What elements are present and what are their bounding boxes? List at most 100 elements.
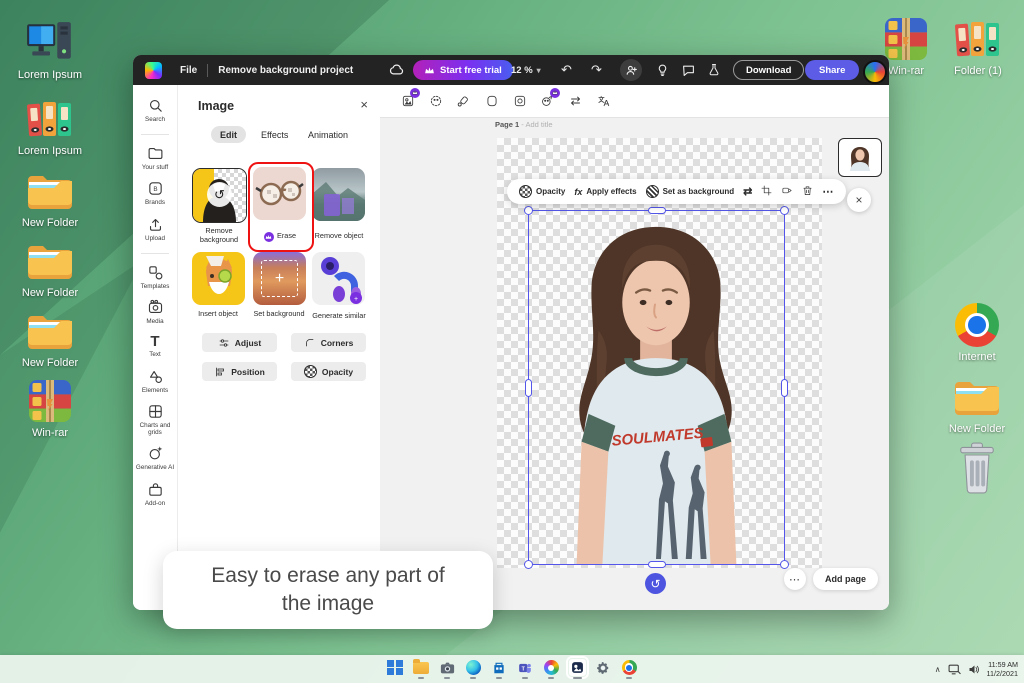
page-thumbnail[interactable] — [838, 138, 882, 177]
sidebar-item-brands[interactable]: B Brands — [133, 180, 177, 206]
tool-insert-object[interactable] — [192, 252, 245, 305]
sidebar-item-add-ons[interactable]: Add-on — [133, 481, 177, 507]
add-people-button[interactable] — [620, 59, 642, 81]
resize-handle-nw[interactable] — [524, 206, 533, 215]
resize-handle-sw[interactable] — [524, 560, 533, 569]
taskbar-camera[interactable] — [438, 659, 456, 679]
animate-premium-icon[interactable] — [540, 87, 560, 109]
taskbar-settings[interactable] — [594, 659, 612, 679]
project-title[interactable]: Remove background project — [218, 65, 353, 76]
tool-set-background[interactable]: + — [253, 252, 306, 305]
desktop-icon-binders[interactable]: Lorem Ipsum — [6, 96, 94, 157]
download-button[interactable]: Download — [733, 60, 805, 80]
user-avatar[interactable] — [863, 60, 887, 84]
desktop-icon-internet[interactable]: Internet — [933, 302, 1021, 363]
redo-button[interactable]: ↷ — [591, 63, 602, 76]
sidebar-item-generative-ai[interactable]: Generative AI — [133, 445, 177, 471]
tool-remove-object[interactable] — [312, 168, 365, 221]
desktop-icon-folder[interactable]: New Folder — [6, 308, 94, 369]
sidebar-item-text[interactable]: T Text — [133, 334, 177, 358]
sidebar-item-media[interactable]: Media — [133, 299, 177, 325]
delete-icon[interactable] — [802, 185, 813, 198]
undo-button[interactable]: ↶ — [561, 63, 572, 76]
sidebar-item-your-stuff[interactable]: Your stuff — [133, 145, 177, 171]
start-free-trial-button[interactable]: Start free trial — [413, 60, 513, 80]
add-page-button[interactable]: Add page — [813, 568, 879, 590]
remove-background-icon[interactable] — [428, 94, 443, 109]
resize-handle-s[interactable] — [647, 561, 666, 568]
sidebar-item-templates[interactable]: Templates — [133, 264, 177, 290]
desktop-icon-computer[interactable]: Lorem Ipsum — [6, 20, 94, 81]
resize-handle-n[interactable] — [647, 207, 666, 214]
effects-premium-icon[interactable] — [400, 87, 420, 109]
corners-button[interactable]: Corners — [291, 333, 366, 352]
start-button[interactable] — [386, 659, 404, 679]
beta-flask-icon[interactable] — [708, 63, 720, 77]
adjust-button[interactable]: Adjust — [202, 333, 277, 352]
desktop-icon-label: Lorem Ipsum — [17, 145, 83, 157]
erase-icon[interactable] — [456, 94, 471, 109]
lightbulb-icon[interactable] — [656, 63, 669, 77]
translate-icon[interactable] — [596, 94, 611, 109]
taskbar-photos[interactable] — [542, 659, 560, 679]
image-selection[interactable]: SOULMATES — [524, 206, 789, 569]
resize-handle-e[interactable] — [781, 378, 788, 397]
position-button[interactable]: Position — [202, 362, 277, 381]
tool-remove-background[interactable]: ↺ — [192, 168, 247, 223]
desktop-icon-folder[interactable]: New Folder — [6, 238, 94, 299]
page-header[interactable]: Page 1 - Add title — [495, 120, 553, 129]
speaker-icon[interactable] — [968, 664, 980, 675]
taskbar-file-explorer[interactable] — [412, 658, 430, 679]
taskbar-chrome[interactable] — [620, 659, 638, 679]
desktop-icon-trash[interactable] — [933, 440, 1021, 496]
desktop-icon-folder[interactable]: New Folder — [6, 168, 94, 229]
rotate-handle[interactable]: ↺ — [645, 573, 666, 594]
tool-generate-similar[interactable]: + — [312, 252, 365, 305]
network-display-icon[interactable] — [948, 664, 961, 675]
media-icon — [148, 300, 162, 314]
page-more-options-button[interactable]: ⋯ — [784, 568, 806, 590]
resize-handle-w[interactable] — [525, 378, 532, 397]
crop-icon[interactable] — [761, 185, 772, 198]
cloud-sync-icon[interactable] — [389, 63, 404, 76]
desktop-icon-folder[interactable]: New Folder — [933, 374, 1021, 435]
set-as-background-tool[interactable]: Set as background — [645, 185, 734, 198]
app-sidebar: Search Your stuff B Brands Upload Templa… — [133, 85, 178, 610]
resize-handle-se[interactable] — [780, 560, 789, 569]
flip-icon[interactable] — [781, 185, 793, 198]
taskbar-clock[interactable]: 11:59 AM 11/2/2021 — [987, 660, 1018, 679]
sidebar-item-elements[interactable]: Elements — [133, 368, 177, 394]
taskbar-edge[interactable] — [464, 659, 482, 679]
resize-handle-ne[interactable] — [780, 206, 789, 215]
sidebar-item-search[interactable]: Search — [133, 97, 177, 123]
taskbar-teams[interactable]: T — [516, 659, 534, 679]
sidebar-item-charts-grids[interactable]: Charts and grids — [133, 403, 177, 436]
sidebar-item-upload[interactable]: Upload — [133, 216, 177, 242]
swap-icon[interactable]: ⇄ — [743, 185, 752, 198]
tray-chevron-icon[interactable]: ∧ — [935, 665, 941, 674]
opacity-tool[interactable]: Opacity — [519, 185, 565, 198]
tab-effects[interactable]: Effects — [252, 126, 297, 143]
swap-icon[interactable]: ⇄ — [568, 94, 583, 109]
tab-edit[interactable]: Edit — [211, 126, 246, 143]
more-options-icon[interactable]: ⋯ — [822, 185, 834, 198]
add-title-placeholder[interactable]: - Add title — [521, 120, 552, 129]
taskbar-photo-editor-active[interactable] — [565, 656, 589, 679]
desktop-icon-binders[interactable]: Folder (1) — [934, 16, 1022, 77]
panel-close-icon[interactable]: × — [360, 97, 368, 112]
share-button[interactable]: Share — [805, 60, 860, 80]
taskbar-store[interactable] — [490, 659, 508, 679]
tab-animation[interactable]: Animation — [299, 126, 357, 143]
file-menu[interactable]: File — [180, 65, 197, 76]
zoom-control[interactable]: 12 % ▾ — [511, 55, 541, 85]
profile-frame-icon[interactable] — [512, 94, 527, 109]
desktop-icon-label: New Folder — [21, 217, 79, 229]
comment-icon[interactable] — [682, 64, 695, 76]
computer-icon — [25, 20, 75, 66]
deselect-close-button[interactable]: × — [847, 188, 871, 212]
apply-effects-tool[interactable]: fx Apply effects — [574, 187, 636, 197]
opacity-button[interactable]: Opacity — [291, 362, 366, 381]
desktop-icon-winrar[interactable]: Win-rar — [6, 378, 94, 439]
adobe-express-logo-icon[interactable] — [145, 61, 162, 79]
frame-icon[interactable] — [484, 94, 499, 109]
